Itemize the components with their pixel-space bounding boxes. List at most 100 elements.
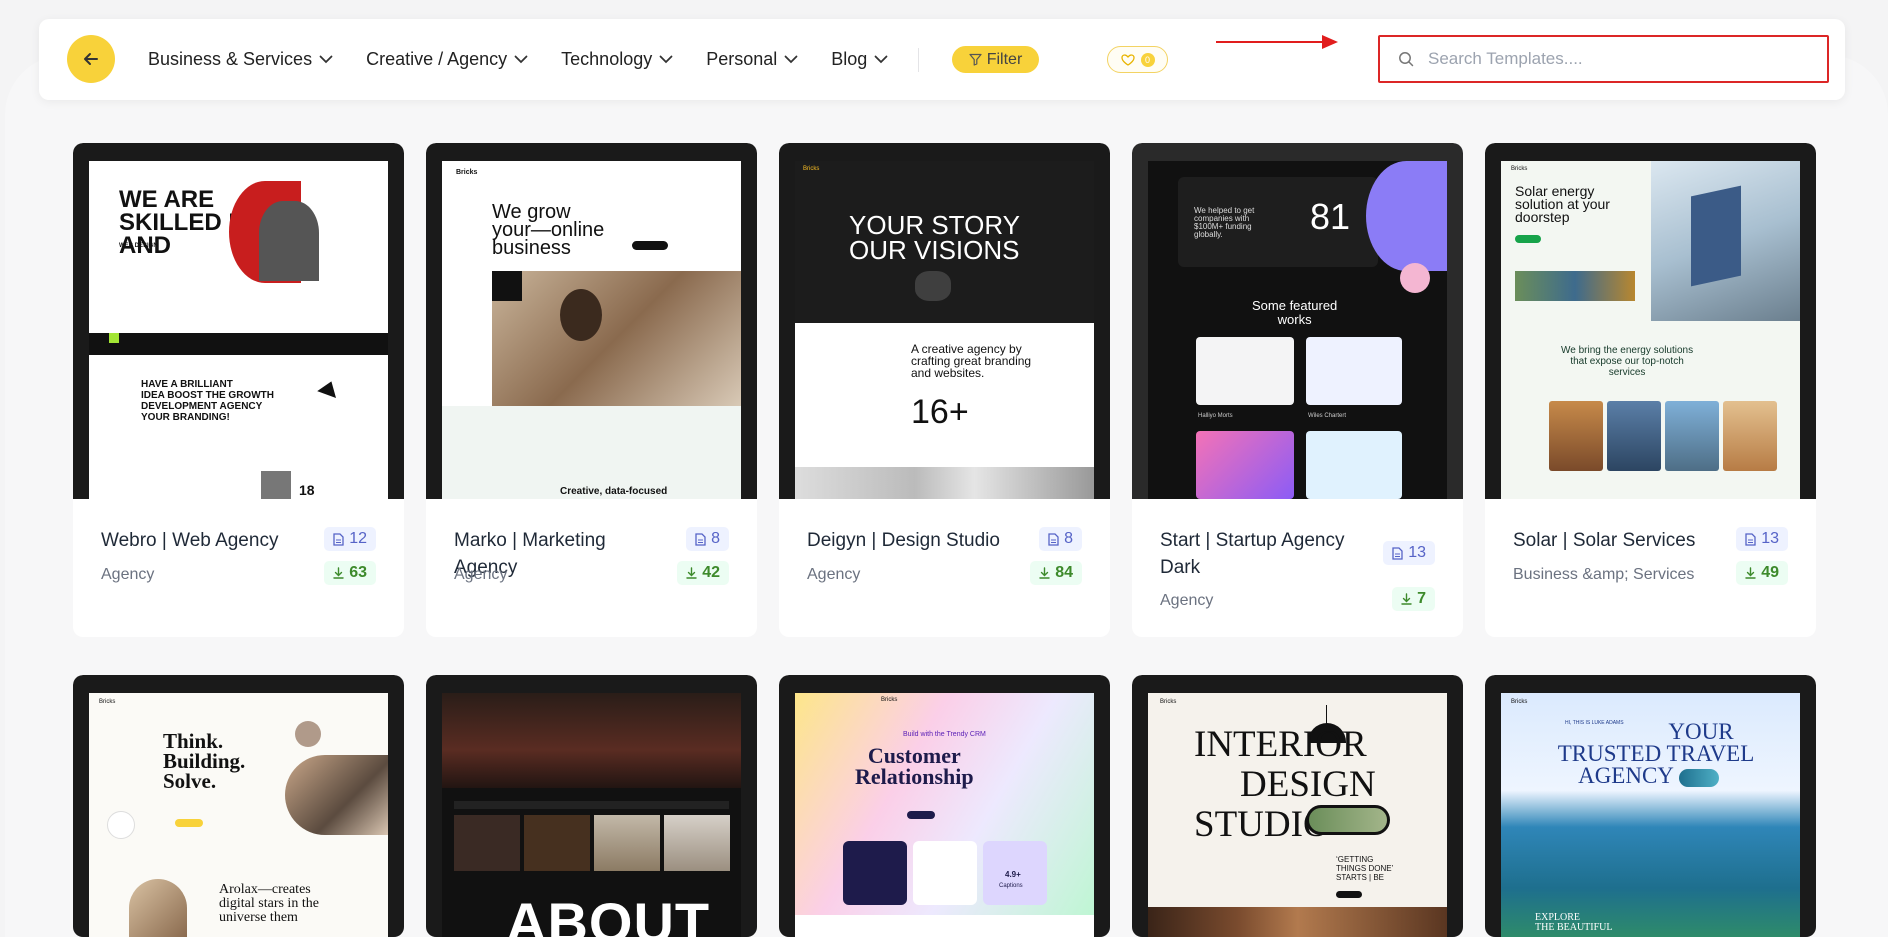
preview-3d-shape xyxy=(915,271,951,301)
preview-headline: YOUR TRUSTED TRAVEL AGENCY xyxy=(1541,720,1771,788)
nav-label: Personal xyxy=(706,49,778,69)
template-card[interactable]: Bricks Think. Building. Solve. Arolax—crea… xyxy=(73,675,404,937)
nav-personal[interactable]: Personal xyxy=(706,49,798,70)
preview-headline: YOUR STORY OUR VISIONS xyxy=(849,212,1020,265)
preview-headline: Solar energy solution at your doorstep xyxy=(1515,184,1610,224)
sub-line: HAVE A BRILLIANT xyxy=(141,379,233,390)
chevron-down-icon xyxy=(319,55,333,64)
preview-photo xyxy=(285,755,388,835)
chevron-down-icon xyxy=(874,55,888,64)
template-preview: Bricks HI, THIS IS LUKE ADAMS YOUR TRUSTE… xyxy=(1485,675,1816,937)
preview-image xyxy=(261,471,291,499)
template-card[interactable]: WE ARE SKILLED IN AND WEB DESIGN HAVE A BR… xyxy=(73,143,404,637)
preview-headline: ABOUT xyxy=(506,891,711,937)
preview-lamp-cord xyxy=(1326,705,1327,725)
preview-screen: Bricks Build with the Trendy CRM Custome… xyxy=(795,693,1094,937)
preview-tagline: Build with the Trendy CRM xyxy=(903,731,986,738)
favorites-count: 0 xyxy=(1140,52,1155,67)
nav-label: Technology xyxy=(561,49,653,69)
headline-line: AGENCY xyxy=(1578,763,1674,788)
template-card[interactable]: Bricks INTERIOR DESIGN STUDIO ‘GETTING THIN… xyxy=(1132,675,1463,937)
preview-logo: Bricks xyxy=(456,169,478,176)
preview-feature-card xyxy=(843,841,907,905)
template-card[interactable]: Bricks YOUR STORY OUR VISIONS A creative … xyxy=(779,143,1110,637)
downloads-badge: 7 xyxy=(1392,587,1435,611)
search-input[interactable] xyxy=(1428,49,1808,69)
preview-triangle xyxy=(317,378,341,398)
sub-line: that expose our top-notch xyxy=(1570,356,1684,367)
template-card[interactable]: Bricks Build with the Trendy CRM Custome… xyxy=(779,675,1110,937)
headline-line: Building. xyxy=(163,749,246,773)
download-icon xyxy=(1039,567,1050,579)
template-card[interactable]: We helped to get companies with $100M+ fun… xyxy=(1132,143,1463,637)
nav-blog[interactable]: Blog xyxy=(831,49,888,70)
preview-number: 18 xyxy=(299,482,315,498)
pages-badge: 13 xyxy=(1383,541,1435,565)
pages-count: 12 xyxy=(349,530,367,547)
template-card[interactable]: Bricks Solar energy solution at your doors… xyxy=(1485,143,1816,637)
preview-number: 16+ xyxy=(911,393,969,431)
preview-logo: Bricks xyxy=(881,697,898,703)
template-title: Solar | Solar Services xyxy=(1513,530,1696,551)
template-preview: Bricks Build with the Trendy CRM Custome… xyxy=(779,675,1110,937)
document-icon xyxy=(333,532,344,546)
template-preview: Bricks We grow your—online business Creati… xyxy=(426,143,757,499)
sub-line: services xyxy=(1608,367,1646,378)
preview-logo: Bricks xyxy=(1160,699,1177,705)
nav-label: Creative / Agency xyxy=(366,49,508,69)
back-button[interactable] xyxy=(67,35,115,83)
nav-technology[interactable]: Technology xyxy=(561,49,673,70)
preview-photo xyxy=(492,271,741,406)
template-card[interactable]: Bricks HI, THIS IS LUKE ADAMS YOUR TRUSTE… xyxy=(1485,675,1816,937)
preview-caption: Captions xyxy=(999,883,1023,889)
preview-cta xyxy=(1515,235,1541,243)
sub-line: and websites. xyxy=(911,366,985,380)
sub-line: STARTS | BE xyxy=(1336,873,1385,882)
preview-screen: Bricks Solar energy solution at your doors… xyxy=(1501,161,1800,499)
nav-creative-agency[interactable]: Creative / Agency xyxy=(366,49,528,70)
preview-caption: Wiles Chartert xyxy=(1308,413,1347,419)
preview-screen: WE ARE SKILLED IN AND WEB DESIGN HAVE A BR… xyxy=(89,161,388,499)
preview-subheadline: Some featured works xyxy=(1252,299,1337,327)
headline-line: OUR VISIONS xyxy=(849,235,1020,265)
template-title: Webro | Web Agency xyxy=(101,530,279,551)
template-title: Start | Startup Agency Dark xyxy=(1160,530,1345,578)
nav-business-services[interactable]: Business & Services xyxy=(148,49,333,70)
sub-line: THINGS DONE’ xyxy=(1336,864,1394,873)
template-card[interactable]: Bricks We grow your—online business Creati… xyxy=(426,143,757,637)
preview-photo xyxy=(524,815,590,871)
chevron-down-icon xyxy=(514,55,528,64)
preview-photo-strip xyxy=(1148,907,1447,937)
top-navigation-bar: Business & Services Creative / Agency Te… xyxy=(39,19,1845,100)
headline-line: Relationship xyxy=(855,764,974,789)
nav-divider xyxy=(918,48,919,72)
template-category: Agency xyxy=(807,566,861,583)
search-box[interactable] xyxy=(1378,35,1829,83)
preview-photo xyxy=(129,879,187,937)
headline-line: Customer xyxy=(867,743,961,768)
preview-caption: Halliyo Morts xyxy=(1198,413,1233,419)
template-preview: Bricks Solar energy solution at your doors… xyxy=(1485,143,1816,499)
downloads-count: 63 xyxy=(349,564,367,581)
template-category: Agency xyxy=(454,566,508,583)
favorites-button[interactable]: 0 xyxy=(1107,46,1168,73)
template-title: Deigyn | Design Studio xyxy=(807,530,1000,551)
document-icon xyxy=(1745,532,1756,546)
preview-hero-photo xyxy=(442,693,741,788)
category-nav: Business & Services Creative / Agency Te… xyxy=(148,19,921,100)
sub-line: YOUR BRANDING! xyxy=(141,412,230,423)
downloads-count: 49 xyxy=(1761,564,1779,581)
preview-subheadline: A creative agency by crafting great brand… xyxy=(911,343,1031,379)
template-category: Business &amp; Services xyxy=(1513,566,1695,583)
preview-subheadline: Arolax—creates digital stars in the univer… xyxy=(219,883,319,925)
template-card[interactable]: ABOUT xyxy=(426,675,757,937)
pages-count: 8 xyxy=(1064,530,1073,547)
pages-badge: 8 xyxy=(1039,527,1082,551)
sub-line: Arolax—creates xyxy=(219,882,311,897)
preview-logo: Bricks xyxy=(803,166,820,172)
preview-footer xyxy=(795,915,1094,937)
headline-line: business xyxy=(492,237,571,259)
filter-button[interactable]: Filter xyxy=(952,46,1039,73)
preview-screen: Bricks We grow your—online business Creati… xyxy=(442,161,741,499)
preview-logo: Bricks xyxy=(1511,166,1528,172)
